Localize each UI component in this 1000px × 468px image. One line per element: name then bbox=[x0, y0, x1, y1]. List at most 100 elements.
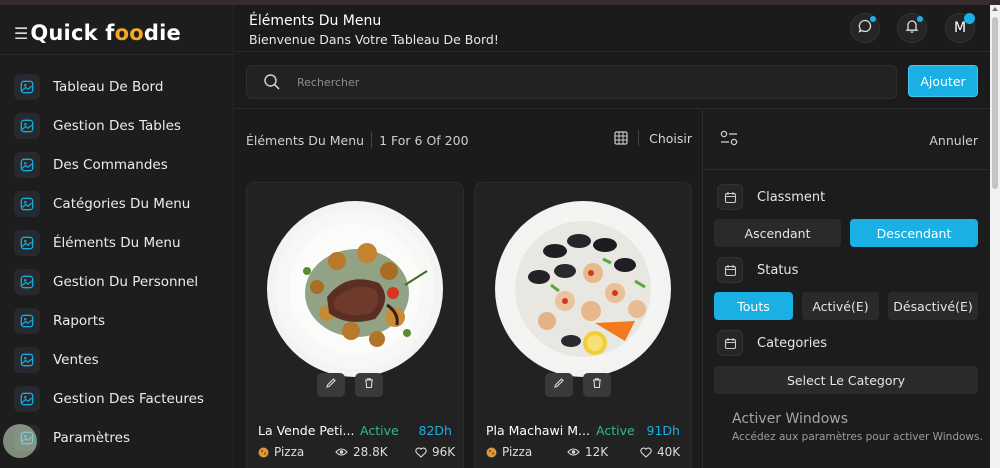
grid-icon[interactable] bbox=[614, 131, 628, 145]
trash-icon bbox=[591, 377, 603, 393]
choose-label[interactable]: Choisir bbox=[649, 131, 692, 146]
filter-panel: Annuler Classment Ascendant Descendant S… bbox=[704, 108, 990, 468]
profile-button[interactable]: M bbox=[945, 13, 975, 43]
pencil-icon bbox=[553, 377, 565, 393]
edit-button[interactable] bbox=[317, 373, 345, 397]
category-label: Pizza bbox=[502, 445, 533, 459]
search-input[interactable] bbox=[297, 75, 857, 89]
sidebar-item-staff[interactable]: Gestion Du Personnel bbox=[14, 262, 204, 301]
item-name: La Vende Peti... bbox=[258, 423, 355, 438]
sidebar-item-menu-categories[interactable]: Catégories Du Menu bbox=[14, 184, 204, 223]
eye-icon bbox=[335, 447, 348, 457]
sidebar-item-label: Gestion Des Tables bbox=[53, 117, 181, 134]
item-name: Pla Machawi M... bbox=[486, 423, 590, 438]
avatar: M bbox=[953, 20, 967, 36]
sliders-icon[interactable] bbox=[719, 129, 739, 151]
categories-section: Categories bbox=[717, 330, 827, 356]
card-actions bbox=[545, 373, 611, 397]
sidebar-item-sales[interactable]: Ventes bbox=[14, 340, 204, 379]
sidebar-item-label: Paramètres bbox=[53, 429, 130, 446]
pencil-icon bbox=[325, 377, 337, 393]
sidebar-item-dashboard[interactable]: Tableau De Bord bbox=[14, 67, 204, 106]
scroll-thumb[interactable] bbox=[992, 17, 998, 189]
sort-ascending-button[interactable]: Ascendant bbox=[714, 219, 841, 247]
status-label: Status bbox=[757, 262, 799, 278]
sidebar-nav: Tableau De Bord Gestion Des Tables Des C… bbox=[14, 67, 204, 457]
menu-items-list: Éléments Du Menu 1 For 6 Of 200 Choisir bbox=[235, 108, 703, 468]
sidebar-divider bbox=[0, 54, 234, 55]
dish-image-seafood bbox=[495, 201, 671, 377]
sidebar-item-label: Gestion Des Facteures bbox=[53, 390, 204, 407]
menu-icon[interactable]: ☰ bbox=[14, 24, 28, 43]
divider bbox=[638, 130, 640, 146]
sidebar-item-label: Ventes bbox=[53, 351, 99, 368]
choose-control[interactable]: Choisir bbox=[614, 130, 692, 146]
item-category: Pizza bbox=[258, 445, 304, 459]
likes-count: 96K bbox=[432, 445, 456, 459]
heart-icon bbox=[640, 447, 652, 458]
watermark-title: Activer Windows bbox=[732, 411, 849, 427]
likes-count: 40K bbox=[657, 445, 681, 459]
sidebar-item-invoices[interactable]: Gestion Des Facteures bbox=[14, 379, 204, 418]
sidebar-item-label: Raports bbox=[53, 312, 106, 329]
status-inactive-button[interactable]: Désactivé(E) bbox=[888, 292, 978, 320]
status-active-button[interactable]: Activé(E) bbox=[802, 292, 879, 320]
status-all-button[interactable]: Touts bbox=[714, 292, 793, 320]
sidebar-item-orders[interactable]: Des Commandes bbox=[14, 145, 204, 184]
item-price: 82Dh bbox=[418, 423, 452, 438]
page-subtitle: Bienvenue Dans Votre Tableau De Bord! bbox=[249, 32, 499, 47]
scroll-up-arrow[interactable] bbox=[992, 7, 998, 11]
views-count: 12K bbox=[585, 445, 609, 459]
item-price: 91Dh bbox=[646, 423, 680, 438]
views-count: 28.8K bbox=[353, 445, 388, 459]
item-category: Pizza bbox=[486, 445, 532, 459]
image-icon bbox=[14, 346, 40, 373]
delete-button[interactable] bbox=[355, 373, 383, 397]
delete-button[interactable] bbox=[583, 373, 611, 397]
sidebar-item-settings[interactable]: Paramètres bbox=[14, 418, 204, 457]
pizza-icon bbox=[486, 447, 497, 458]
cancel-button[interactable]: Annuler bbox=[929, 133, 978, 148]
status-section: Status bbox=[717, 257, 798, 283]
sidebar-item-menu-items[interactable]: Éléments Du Menu bbox=[14, 223, 204, 262]
pizza-icon bbox=[258, 447, 269, 458]
list-title: Éléments Du Menu bbox=[246, 132, 365, 148]
eye-icon bbox=[567, 447, 580, 457]
notifications-button[interactable] bbox=[897, 13, 927, 43]
sidebar: ☰ Quick foodie Tableau De Bord Gestion D… bbox=[0, 5, 234, 468]
sidebar-item-label: Éléments Du Menu bbox=[53, 234, 181, 251]
brand-name: Quick foodie bbox=[30, 21, 181, 45]
image-icon bbox=[14, 229, 40, 256]
calendar-icon bbox=[717, 184, 743, 210]
windows-activation-watermark: Activer Windows Accédez aux paramètres p… bbox=[732, 411, 983, 443]
sidebar-item-reports[interactable]: Raports bbox=[14, 301, 204, 340]
item-likes: 40K bbox=[640, 445, 680, 459]
menu-item-card[interactable]: Pla Machawi M... Active 91Dh Pizza 12K 4… bbox=[474, 182, 692, 468]
sidebar-item-label: Tableau De Bord bbox=[53, 78, 164, 95]
page-title: Éléments Du Menu bbox=[249, 13, 382, 29]
divider bbox=[371, 132, 373, 148]
pagination-count: 1 For 6 Of 200 bbox=[379, 132, 469, 148]
sort-descending-button[interactable]: Descendant bbox=[850, 219, 978, 247]
list-header: Éléments Du Menu 1 For 6 Of 200 bbox=[246, 132, 469, 148]
calendar-icon bbox=[717, 257, 743, 283]
sidebar-item-label: Des Commandes bbox=[53, 156, 168, 173]
heart-icon bbox=[415, 447, 427, 458]
page-scrollbar[interactable] bbox=[990, 5, 1000, 468]
user-avatar-badge[interactable] bbox=[3, 424, 37, 458]
dish-image-steak bbox=[267, 201, 443, 377]
edit-button[interactable] bbox=[545, 373, 573, 397]
menu-item-card[interactable]: La Vende Peti... Active 82Dh Pizza 28.8K… bbox=[246, 182, 464, 468]
add-button[interactable]: Ajouter bbox=[908, 65, 978, 97]
app-logo[interactable]: ☰ Quick foodie bbox=[14, 15, 181, 51]
search-row: Ajouter bbox=[235, 55, 990, 107]
image-icon bbox=[14, 268, 40, 295]
image-icon bbox=[14, 385, 40, 412]
divider bbox=[704, 169, 990, 170]
sidebar-item-tables[interactable]: Gestion Des Tables bbox=[14, 106, 204, 145]
category-select[interactable]: Select Le Category bbox=[714, 366, 978, 394]
sidebar-item-label: Catégories Du Menu bbox=[53, 195, 191, 212]
calendar-icon bbox=[717, 330, 743, 356]
notification-dot bbox=[870, 16, 876, 22]
chat-button[interactable] bbox=[850, 13, 880, 43]
